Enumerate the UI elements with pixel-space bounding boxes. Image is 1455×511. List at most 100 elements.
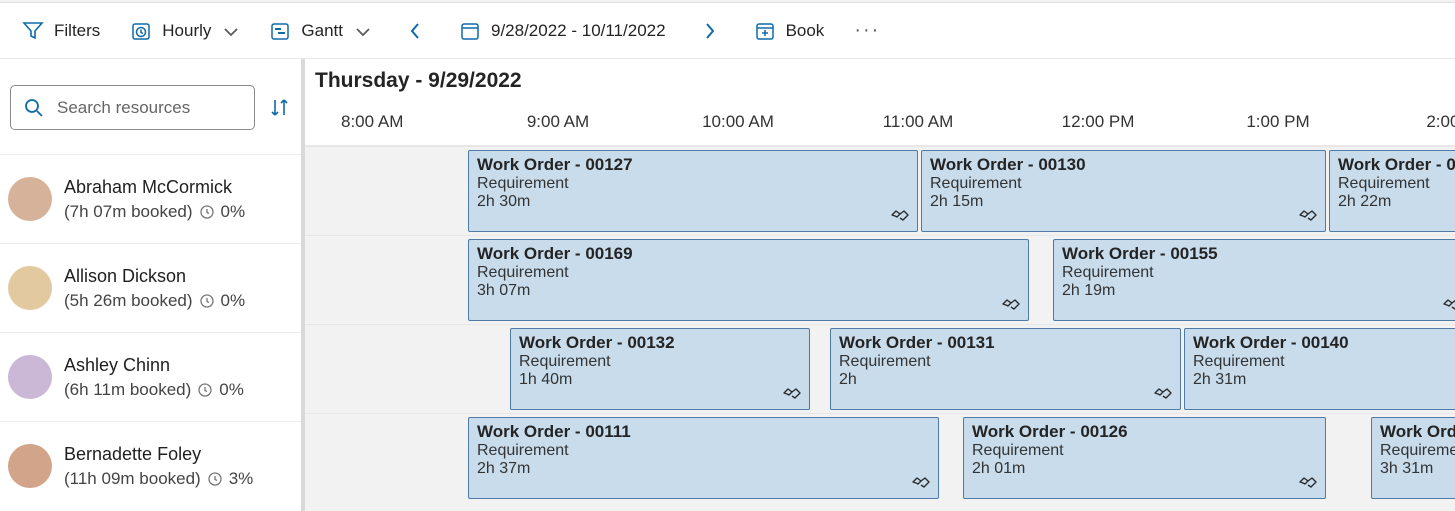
booking-requirement: Requirement [1380, 442, 1455, 460]
resource-name: Ashley Chinn [64, 352, 244, 378]
avatar [8, 444, 52, 488]
booking-duration: 2h 31m [1193, 371, 1455, 389]
clock-icon [199, 293, 215, 309]
date-range-label: 9/28/2022 - 10/11/2022 [491, 21, 666, 41]
search-placeholder: Search resources [57, 98, 190, 118]
booking-title: Work Order - 00127 [477, 155, 909, 175]
booking-block[interactable]: Work Order - 00126 Requirement 2h 01m [963, 417, 1326, 499]
booking-title: Work Order - 00130 [930, 155, 1317, 175]
booking-block[interactable]: Work Order - 00111 Requirement 2h 37m [468, 417, 939, 499]
booking-block[interactable]: Work Order - 00169 Requirement 3h 07m [468, 239, 1029, 321]
avatar [8, 266, 52, 310]
search-input[interactable]: Search resources [10, 85, 255, 130]
schedule-lane[interactable]: Work Order - 00111 Requirement 2h 37m Wo… [305, 413, 1455, 502]
hour-label: 10:00 AM [648, 112, 828, 132]
prev-range-button[interactable] [401, 20, 429, 42]
booking-requirement: Requirement [930, 175, 1317, 193]
booking-block[interactable]: Work Order - 00131 Requirement 2h [830, 328, 1181, 410]
booking-block[interactable]: Work Order - 00127 Requirement 2h 30m [468, 150, 918, 232]
hour-label: 2:00 PM [1368, 112, 1455, 132]
booking-title: Work Order - 00155 [1062, 244, 1455, 264]
handshake-icon [1297, 472, 1319, 494]
next-range-button[interactable] [696, 20, 724, 42]
calendar-icon [459, 20, 481, 42]
toolbar: Filters Hourly Gantt 9/28/2022 - 10/11/2… [0, 3, 1455, 59]
booking-block[interactable]: Work Order - 00132 Requirement 1h 40m [510, 328, 810, 410]
avatar [8, 355, 52, 399]
clock-icon [199, 204, 215, 220]
time-scale-dropdown[interactable]: Hourly [130, 20, 239, 42]
more-actions-button[interactable]: ··· [854, 19, 880, 42]
schedule-lane[interactable]: Work Order - 00169 Requirement 3h 07m Wo… [305, 235, 1455, 324]
booking-title: Work Order - 00126 [972, 422, 1317, 442]
resource-subtext: (5h 26m booked) 0% [64, 289, 245, 314]
booking-requirement: Requirement [972, 442, 1317, 460]
resource-row[interactable]: Allison Dickson (5h 26m booked) 0% [0, 243, 301, 332]
booking-requirement: Requirement [1193, 353, 1455, 371]
resource-name: Bernadette Foley [64, 441, 253, 467]
resource-sidebar: Search resources Abraham McCormick (7h 0… [0, 59, 305, 511]
schedule-board[interactable]: Thursday - 9/29/2022 8:00 AM9:00 AM10:00… [305, 59, 1455, 511]
booking-duration: 2h 15m [930, 193, 1317, 211]
clock-icon [197, 382, 213, 398]
booking-block[interactable]: Work Order - 00130 Requirement 2h 15m [921, 150, 1326, 232]
booking-duration: 3h 07m [477, 282, 1020, 300]
booking-block[interactable]: Work Order - 00135 Requirement 2h 22m [1329, 150, 1455, 232]
schedule-lane[interactable]: Work Order - 00127 Requirement 2h 30m Wo… [305, 146, 1455, 235]
handshake-icon [910, 472, 932, 494]
avatar [8, 177, 52, 221]
booking-title: Work Order - 00169 [477, 244, 1020, 264]
booking-requirement: Requirement [519, 353, 801, 371]
resource-subtext: (11h 09m booked) 3% [64, 467, 253, 492]
hour-label: 1:00 PM [1188, 112, 1368, 132]
day-header: Thursday - 9/29/2022 [305, 59, 1455, 99]
handshake-icon [1152, 383, 1174, 405]
schedule-lane[interactable]: Work Order - 00132 Requirement 1h 40m Wo… [305, 324, 1455, 413]
search-icon [23, 97, 45, 119]
booking-duration: 2h 37m [477, 460, 930, 478]
view-label: Gantt [301, 21, 343, 41]
resource-subtext: (6h 11m booked) 0% [64, 378, 244, 403]
chevron-down-icon [353, 22, 371, 40]
handshake-icon [1000, 294, 1022, 316]
resource-row[interactable]: Ashley Chinn (6h 11m booked) 0% [0, 332, 301, 421]
booking-block[interactable]: Work Order - 00155 Requirement 2h 19m [1053, 239, 1455, 321]
booking-duration: 2h 19m [1062, 282, 1455, 300]
filters-label: Filters [54, 21, 100, 41]
handshake-icon [1441, 294, 1455, 316]
book-label: Book [786, 21, 825, 41]
time-scale-label: Hourly [162, 21, 211, 41]
date-range-picker[interactable]: 9/28/2022 - 10/11/2022 [459, 20, 666, 42]
handshake-icon [781, 383, 803, 405]
booking-duration: 1h 40m [519, 371, 801, 389]
booking-block[interactable]: Work Order - 00140 Requirement 2h 31m [1184, 328, 1455, 410]
resource-row[interactable]: Bernadette Foley (11h 09m booked) 3% [0, 421, 301, 510]
hour-label: 9:00 AM [468, 112, 648, 132]
filters-button[interactable]: Filters [22, 20, 100, 42]
book-button[interactable]: Book [754, 20, 825, 42]
resource-subtext: (7h 07m booked) 0% [64, 200, 245, 225]
clock-calendar-icon [130, 20, 152, 42]
hour-label: 12:00 PM [1008, 112, 1188, 132]
booking-title: Work Order - 00128 [1380, 422, 1455, 442]
booking-title: Work Order - 00111 [477, 422, 930, 442]
booking-requirement: Requirement [477, 264, 1020, 282]
resource-name: Abraham McCormick [64, 174, 245, 200]
booking-requirement: Requirement [1062, 264, 1455, 282]
handshake-icon [1297, 205, 1319, 227]
booking-requirement: Requirement [839, 353, 1172, 371]
view-dropdown[interactable]: Gantt [269, 20, 371, 42]
sort-button[interactable] [269, 97, 291, 119]
gantt-icon [269, 20, 291, 42]
booking-duration: 2h 22m [1338, 193, 1455, 211]
booking-duration: 2h 01m [972, 460, 1317, 478]
filter-icon [22, 20, 44, 42]
hour-label: 8:00 AM [305, 112, 468, 132]
booking-title: Work Order - 00135 [1338, 155, 1455, 175]
booking-title: Work Order - 00131 [839, 333, 1172, 353]
resource-row[interactable]: Abraham McCormick (7h 07m booked) 0% [0, 154, 301, 243]
booking-block[interactable]: Work Order - 00128 Requirement 3h 31m [1371, 417, 1455, 499]
booking-duration: 3h 31m [1380, 460, 1455, 478]
booking-duration: 2h 30m [477, 193, 909, 211]
hour-label: 11:00 AM [828, 112, 1008, 132]
